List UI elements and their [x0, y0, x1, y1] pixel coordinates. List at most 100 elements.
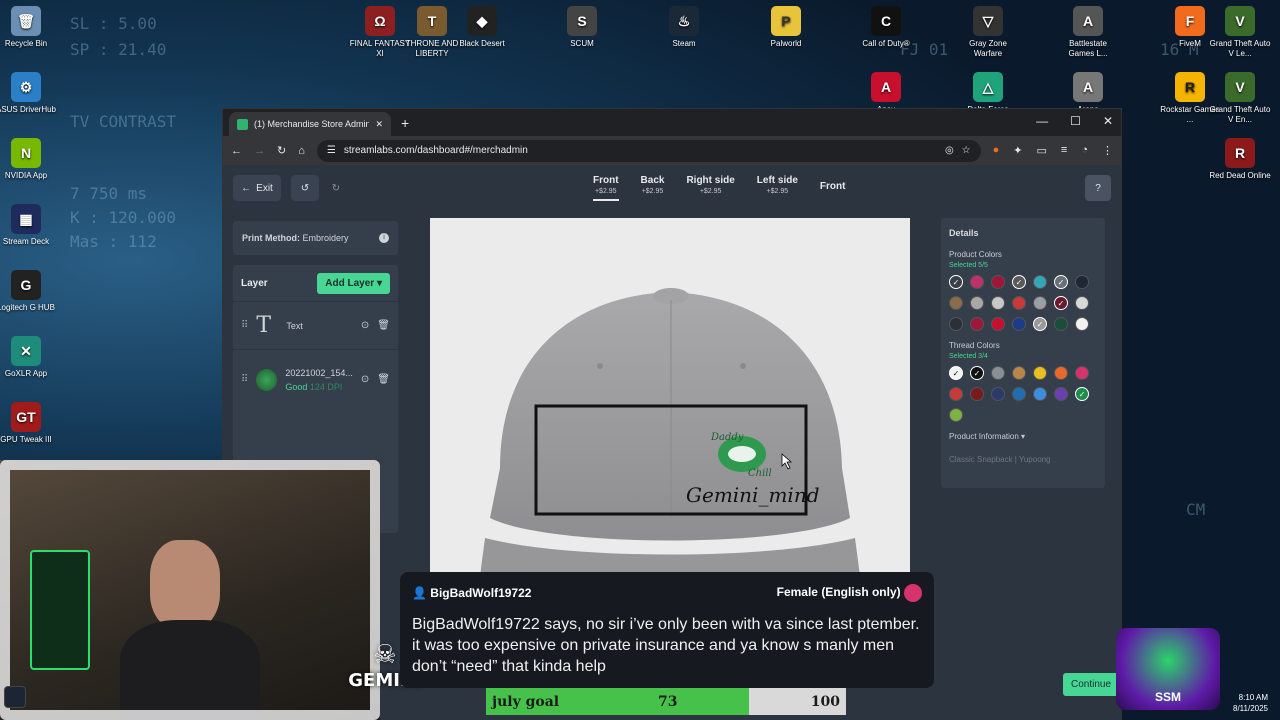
close-window-button[interactable]: ✕ [1103, 114, 1113, 128]
tab-back[interactable]: Back +$2.95 [641, 175, 665, 201]
desktop-icon-nvidia-app[interactable]: N NVIDIA App [0, 138, 58, 181]
color-swatch[interactable] [1012, 296, 1026, 310]
close-tab-icon[interactable]: ✕ [375, 119, 383, 130]
extension-icon[interactable]: ● [993, 144, 1000, 157]
minimize-button[interactable]: — [1036, 114, 1048, 128]
color-swatch[interactable]: ✓ [1054, 275, 1068, 289]
puzzle-icon[interactable]: ✦ [1013, 144, 1022, 157]
desktop-icon-red-dead[interactable]: R Red Dead Online [1208, 138, 1272, 181]
taskbar-app-icon[interactable] [4, 686, 26, 708]
exit-button[interactable]: ← Exit [233, 175, 281, 201]
lock-icon[interactable]: ⊙ [361, 320, 369, 331]
tab-left-side[interactable]: Left side +$2.95 [757, 175, 798, 201]
tab-front[interactable]: Front +$2.95 [593, 175, 619, 201]
drag-handle-icon[interactable]: ⠿ [241, 374, 248, 385]
tab-front-2[interactable]: Front [820, 175, 846, 201]
address-bar[interactable]: ☰ streamlabs.com/dashboard#/merchadmin ◎… [316, 139, 981, 162]
desktop-icon-steam[interactable]: ♨ Steam [652, 6, 716, 49]
site-info-icon[interactable]: ☰ [327, 145, 336, 156]
color-swatch[interactable] [1033, 387, 1047, 401]
color-swatch[interactable] [1033, 275, 1047, 289]
color-swatch[interactable] [991, 317, 1005, 331]
info-icon[interactable]: i [379, 233, 389, 243]
color-swatch[interactable]: ✓ [1054, 296, 1068, 310]
eye-off-icon[interactable]: ◎ [945, 145, 954, 156]
trash-icon[interactable]: 🗑 [377, 374, 390, 385]
desktop-icon-asus-driverhub[interactable]: ⚙ ASUS DriverHub [0, 72, 58, 115]
taskbar-clock[interactable]: 8:10 AM 8/11/2025 [1233, 692, 1268, 714]
desktop-icon-goxlr-app[interactable]: ✕ GoXLR App [0, 336, 58, 379]
desktop-icon-gta-legacy[interactable]: V Grand Theft Auto V Le... [1208, 6, 1272, 59]
color-swatch[interactable] [970, 296, 984, 310]
print-method[interactable]: Print Method: Embroidery i [233, 221, 398, 255]
desktop-icon-battlestate[interactable]: A Battlestate Games L... [1056, 6, 1120, 59]
desktop-deco-6: Mas : 112 [70, 232, 157, 251]
color-swatch[interactable] [991, 387, 1005, 401]
home-icon[interactable]: ⌂ [298, 145, 305, 157]
color-swatch[interactable]: ✓ [949, 275, 963, 289]
color-swatch[interactable] [1012, 366, 1026, 380]
tab-right-side[interactable]: Right side +$2.95 [686, 175, 734, 201]
color-swatch[interactable] [949, 296, 963, 310]
color-swatch[interactable] [970, 387, 984, 401]
color-swatch[interactable] [1033, 366, 1047, 380]
reload-icon[interactable]: ↻ [277, 144, 286, 157]
color-swatch[interactable] [949, 408, 963, 422]
color-swatch[interactable] [1054, 366, 1068, 380]
design-canvas[interactable]: Daddy Chill Gemini_mind [430, 218, 910, 576]
bookmark-star-icon[interactable]: ☆ [962, 145, 971, 156]
color-swatch[interactable] [949, 317, 963, 331]
color-swatch[interactable] [970, 317, 984, 331]
profile-icon[interactable]: ◔ [1081, 144, 1088, 157]
tab-merch-admin[interactable]: (1) Merchandise Store Admin / ✕ [229, 112, 391, 136]
menu-kebab-icon[interactable]: ⋮ [1102, 144, 1113, 157]
color-swatch[interactable]: ✓ [1075, 387, 1089, 401]
color-swatch[interactable] [1054, 387, 1068, 401]
color-swatch[interactable] [970, 275, 984, 289]
desktop-icon-gta-enhanced[interactable]: V Grand Theft Auto V En... [1208, 72, 1272, 125]
color-swatch[interactable] [949, 387, 963, 401]
desktop-icon-logitech-ghub[interactable]: G Logitech G HUB [0, 270, 58, 313]
color-swatch[interactable]: ✓ [1012, 275, 1026, 289]
back-icon[interactable]: ← [231, 145, 242, 157]
color-swatch[interactable]: ✓ [970, 366, 984, 380]
embroidery-text[interactable]: Gemini_mind [686, 483, 820, 507]
help-button[interactable]: ? [1085, 175, 1111, 201]
maximize-button[interactable]: ☐ [1070, 114, 1081, 128]
product-info-toggle[interactable]: Product Information ▾ [949, 432, 1097, 441]
color-swatch[interactable] [1054, 317, 1068, 331]
color-swatch[interactable] [1012, 317, 1026, 331]
continue-button[interactable]: Continue [1063, 673, 1120, 696]
sidebar-icon[interactable]: ▭ [1037, 144, 1047, 157]
drag-handle-icon[interactable]: ⠿ [241, 320, 248, 331]
desktop-icon-palworld[interactable]: P Palworld [754, 6, 818, 49]
forward-icon[interactable]: → [254, 145, 265, 157]
layer-row-text[interactable]: ⠿ T Text ⊙ 🗑 [233, 301, 398, 349]
color-swatch[interactable] [991, 296, 1005, 310]
desktop-icon-gpu-tweak[interactable]: GT GPU Tweak III [0, 402, 58, 445]
color-swatch[interactable] [1075, 366, 1089, 380]
color-swatch[interactable] [991, 275, 1005, 289]
media-icon[interactable]: ≡ [1061, 144, 1067, 157]
color-swatch[interactable] [1033, 296, 1047, 310]
desktop-icon-call-of-duty[interactable]: C Call of Duty® [854, 6, 918, 49]
desktop-icon-scum[interactable]: S SCUM [550, 6, 614, 49]
redo-button[interactable]: ↻ [323, 175, 349, 201]
new-tab-button[interactable]: + [401, 115, 409, 131]
color-swatch[interactable] [1012, 387, 1026, 401]
color-swatch[interactable]: ✓ [949, 366, 963, 380]
color-swatch[interactable] [1075, 296, 1089, 310]
lock-icon[interactable]: ⊙ [361, 374, 369, 385]
desktop-icon-gray-zone[interactable]: ▽ Gray Zone Warfare [956, 6, 1020, 59]
undo-button[interactable]: ↺ [291, 175, 319, 201]
color-swatch[interactable] [991, 366, 1005, 380]
color-swatch[interactable] [1075, 317, 1089, 331]
layer-row-image[interactable]: ⠿ 20221002_154... Good 124 DPI ⊙ 🗑 [233, 349, 398, 409]
add-layer-button[interactable]: Add Layer ▾ [317, 272, 390, 294]
desktop-icon-stream-deck[interactable]: ▦ Stream Deck [0, 204, 58, 247]
color-swatch[interactable] [1075, 275, 1089, 289]
desktop-icon-black-desert[interactable]: ◆ Black Desert [450, 6, 514, 49]
color-swatch[interactable]: ✓ [1033, 317, 1047, 331]
trash-icon[interactable]: 🗑 [377, 320, 390, 331]
desktop-icon-recycle-bin[interactable]: 🗑 Recycle Bin [0, 6, 58, 49]
